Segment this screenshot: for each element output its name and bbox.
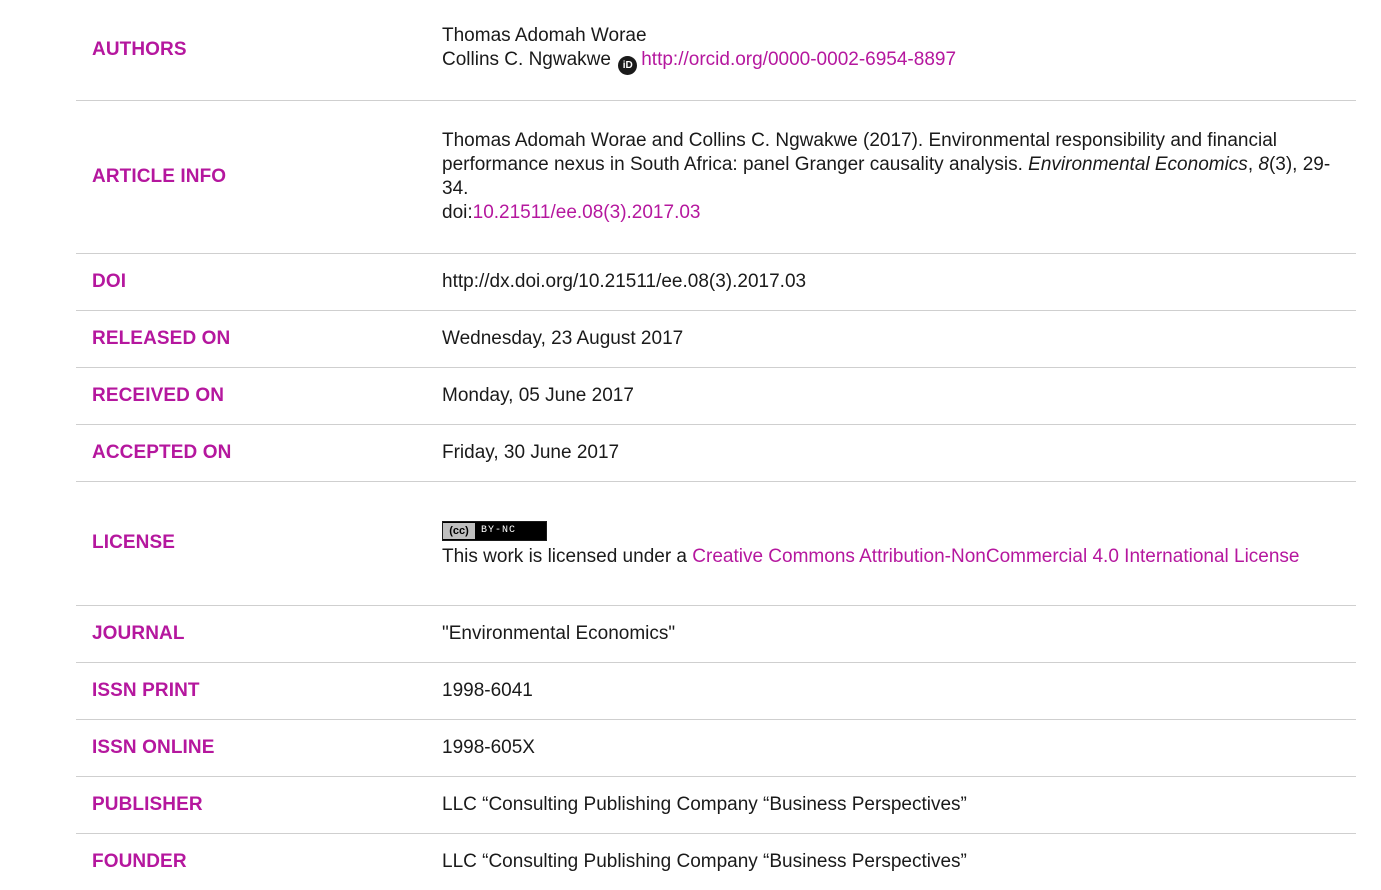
label-article-info: ARTICLE INFO xyxy=(76,100,442,254)
label-doi: DOI xyxy=(76,253,442,311)
row-journal: JOURNAL "Environmental Economics" xyxy=(76,605,1356,663)
value-journal: "Environmental Economics" xyxy=(442,605,1356,663)
article-metadata-table: AUTHORS Thomas Adomah Worae Collins C. N… xyxy=(76,0,1356,890)
label-authors: AUTHORS xyxy=(76,0,442,101)
row-accepted-on: ACCEPTED ON Friday, 30 June 2017 xyxy=(76,424,1356,482)
row-article-info: ARTICLE INFO Thomas Adomah Worae and Col… xyxy=(76,100,1356,254)
value-released-on: Wednesday, 23 August 2017 xyxy=(442,310,1356,368)
label-issn-print: ISSN PRINT xyxy=(76,662,442,720)
value-issn-online: 1998-605X xyxy=(442,719,1356,777)
row-received-on: RECEIVED ON Monday, 05 June 2017 xyxy=(76,367,1356,425)
row-authors: AUTHORS Thomas Adomah Worae Collins C. N… xyxy=(76,0,1356,101)
orcid-link[interactable]: http://orcid.org/0000-0002-6954-8897 xyxy=(641,49,956,70)
value-accepted-on: Friday, 30 June 2017 xyxy=(442,424,1356,482)
label-accepted-on: ACCEPTED ON xyxy=(76,424,442,482)
row-issn-online: ISSN ONLINE 1998-605X xyxy=(76,719,1356,777)
citation-separator: , xyxy=(1247,153,1259,175)
license-link[interactable]: Creative Commons Attribution-NonCommerci… xyxy=(692,546,1299,567)
row-issn-print: ISSN PRINT 1998-6041 xyxy=(76,662,1356,720)
label-received-on: RECEIVED ON xyxy=(76,367,442,425)
value-publisher: LLC “Consulting Publishing Company “Busi… xyxy=(442,776,1356,834)
label-publisher: PUBLISHER xyxy=(76,776,442,834)
value-received-on: Monday, 05 June 2017 xyxy=(442,367,1356,425)
author-name: Collins C. Ngwakwe xyxy=(442,49,611,71)
citation-volume: 8 xyxy=(1258,153,1269,175)
citation-journal: Environmental Economics xyxy=(1028,153,1248,175)
value-authors: Thomas Adomah Worae Collins C. Ngwakwe i… xyxy=(442,0,1356,101)
row-doi: DOI http://dx.doi.org/10.21511/ee.08(3).… xyxy=(76,253,1356,311)
cc-badge-logo: (cc) xyxy=(443,523,475,539)
license-statement: This work is licensed under a Creative C… xyxy=(442,545,1336,569)
row-publisher: PUBLISHER LLC “Consulting Publishing Com… xyxy=(76,776,1356,834)
value-issn-print: 1998-6041 xyxy=(442,662,1356,720)
label-issn-online: ISSN ONLINE xyxy=(76,719,442,777)
value-doi: http://dx.doi.org/10.21511/ee.08(3).2017… xyxy=(442,253,1356,311)
license-text: This work is licensed under a xyxy=(442,546,693,567)
author-name: Thomas Adomah Worae xyxy=(442,25,647,47)
value-license: (cc) BY-NC This work is licensed under a … xyxy=(442,481,1356,606)
author-entry: Collins C. Ngwakwe iD http://orcid.org/00… xyxy=(442,48,1336,76)
cc-by-nc-badge-icon[interactable]: (cc) BY-NC xyxy=(442,521,548,541)
row-license: LICENSE (cc) BY-NC This work is licensed … xyxy=(76,481,1356,606)
citation-doi-prefix: doi: xyxy=(442,201,473,223)
citation-doi-link[interactable]: 10.21511/ee.08(3).2017.03 xyxy=(473,202,701,223)
row-released-on: RELEASED ON Wednesday, 23 August 2017 xyxy=(76,310,1356,368)
cc-badge-text: BY-NC xyxy=(481,525,517,536)
label-journal: JOURNAL xyxy=(76,605,442,663)
value-article-info: Thomas Adomah Worae and Collins C. Ngwak… xyxy=(442,100,1356,254)
label-license: LICENSE xyxy=(76,481,442,606)
label-released-on: RELEASED ON xyxy=(76,310,442,368)
orcid-icon: iD xyxy=(618,56,638,76)
